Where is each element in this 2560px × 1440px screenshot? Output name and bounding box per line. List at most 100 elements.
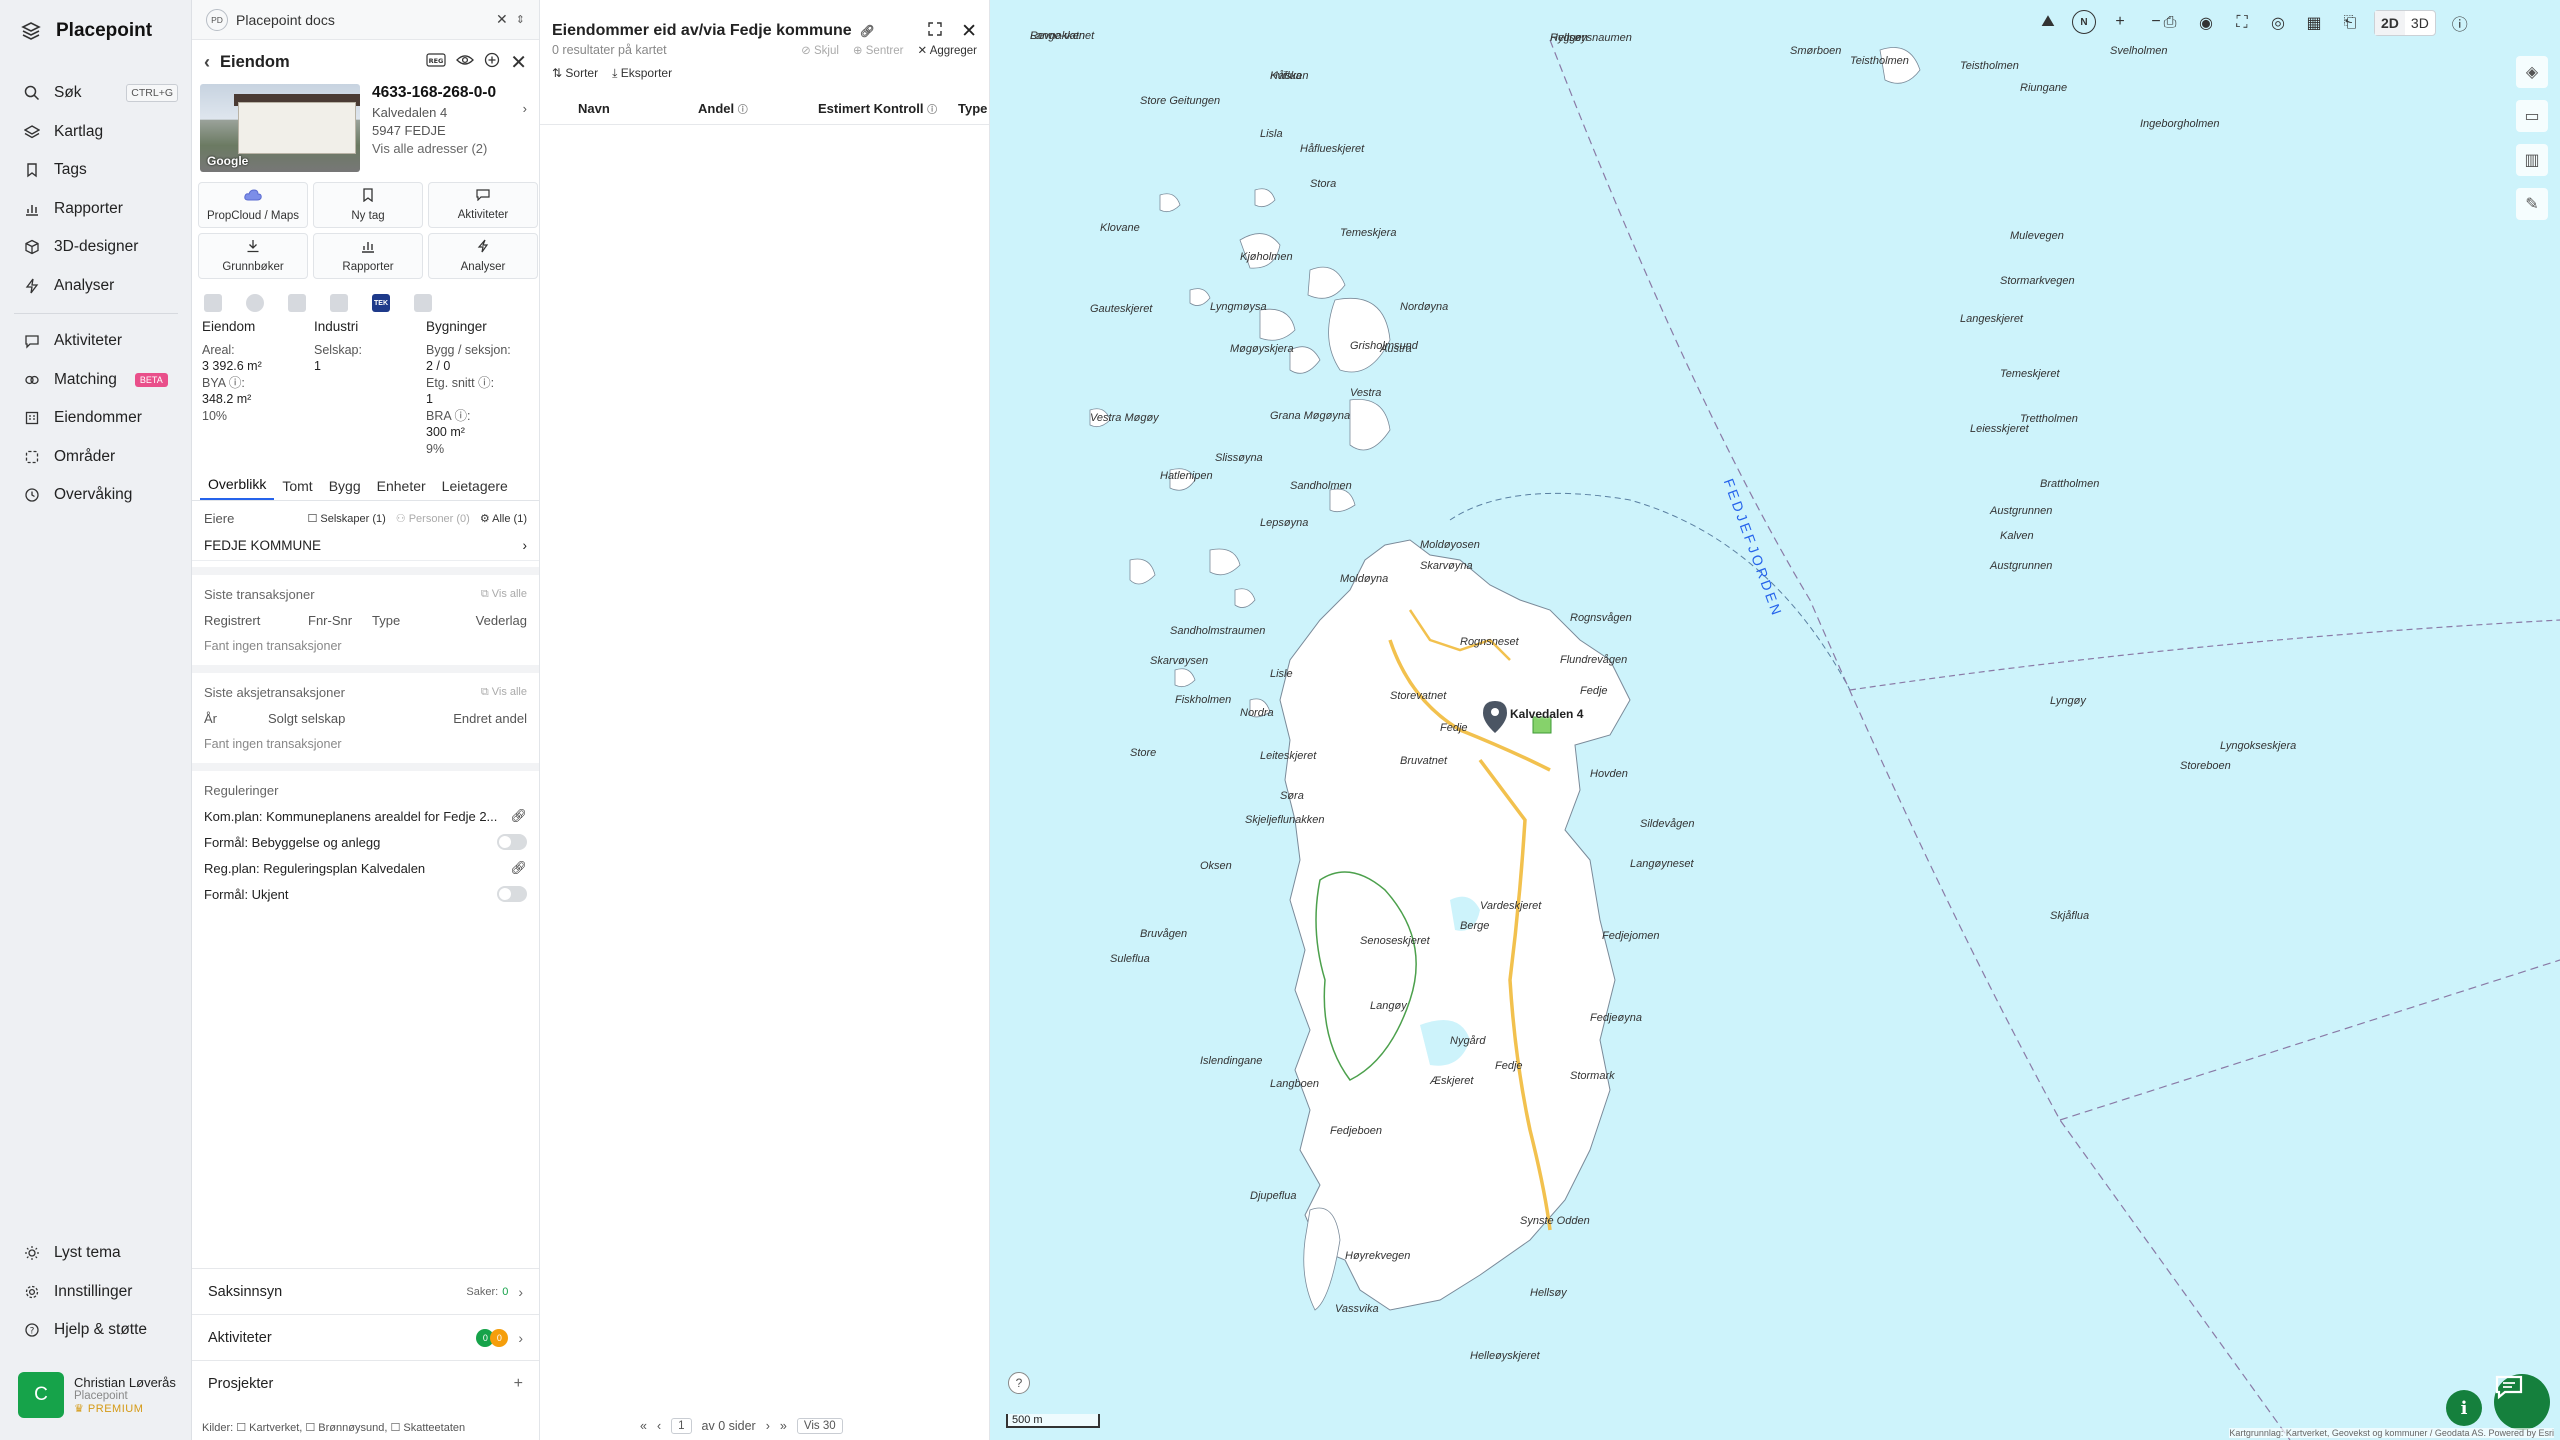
nav-item-omrader[interactable]: Områder bbox=[0, 438, 192, 477]
info-button[interactable]: i bbox=[2446, 1390, 2482, 1426]
3d-view-icon[interactable]: ⛰ bbox=[2036, 10, 2060, 34]
nav-item-3d-designer[interactable]: 3D-designer bbox=[0, 228, 192, 267]
reports-button[interactable]: Rapporter bbox=[313, 233, 423, 279]
camera-icon[interactable]: ◎ bbox=[2266, 11, 2290, 35]
aggregate-button[interactable]: ✕ Aggreger bbox=[917, 43, 977, 57]
id-card-icon[interactable]: REG bbox=[426, 52, 446, 72]
docs-title[interactable]: Placepoint docs bbox=[236, 12, 335, 28]
nav-item-rapporter[interactable]: Rapporter bbox=[0, 190, 192, 229]
col-header[interactable]: Andel ⓘ bbox=[698, 101, 818, 116]
sort-button[interactable]: ⇅ Sorter bbox=[552, 66, 598, 81]
tab-tomt[interactable]: Tomt bbox=[274, 478, 320, 500]
globe-icon[interactable] bbox=[246, 294, 264, 312]
street-view-thumbnail[interactable]: Google bbox=[200, 84, 360, 172]
nav-item-matching[interactable]: Matching BETA bbox=[0, 361, 192, 400]
registry-icon[interactable] bbox=[204, 294, 222, 312]
chevron-updown-icon[interactable]: ⇕ bbox=[516, 13, 525, 26]
prosjekter-section[interactable]: Prosjekter + bbox=[192, 1360, 539, 1406]
print-icon[interactable]: ⎙ bbox=[2158, 11, 2182, 35]
first-page-icon[interactable]: « bbox=[640, 1419, 647, 1433]
user-profile[interactable]: C Christian Løverås Placepoint ♛ PREMIUM bbox=[18, 1372, 176, 1418]
nav-item-hjelp[interactable]: ? Hjelp & støtte bbox=[0, 1311, 192, 1350]
view-3d-button[interactable]: 3D bbox=[2405, 11, 2435, 35]
col-header[interactable]: Estimert Kontroll ⓘ bbox=[818, 101, 958, 116]
industry-icon[interactable] bbox=[288, 294, 306, 312]
bookmark-icon[interactable]: ⎗ bbox=[2338, 11, 2362, 35]
chevron-right-icon[interactable]: › bbox=[523, 100, 527, 118]
show-all-link[interactable]: ⧉ Vis alle bbox=[481, 588, 527, 601]
brand[interactable]: Placepoint bbox=[20, 20, 152, 42]
next-page-icon[interactable]: › bbox=[766, 1419, 770, 1433]
add-circle-icon[interactable] bbox=[484, 52, 500, 73]
nav-item-tags[interactable]: Tags bbox=[0, 151, 192, 190]
link-icon[interactable]: 🔗︎ bbox=[510, 808, 527, 824]
regulation-row[interactable]: Kom.plan: Kommuneplanens arealdel for Fe… bbox=[204, 803, 527, 829]
fullscreen-icon[interactable]: ⛶ bbox=[2230, 11, 2254, 35]
col-header[interactable]: Type bbox=[958, 101, 987, 116]
prev-page-icon[interactable]: ‹ bbox=[657, 1419, 661, 1433]
eye-icon[interactable] bbox=[456, 53, 475, 72]
zoom-in-icon[interactable]: + bbox=[2108, 10, 2132, 34]
show-all-addresses-link[interactable]: Vis alle adresser (2) bbox=[372, 140, 531, 158]
filter-persons[interactable]: ⚇ Personer (0) bbox=[396, 512, 470, 525]
house-icon[interactable] bbox=[414, 294, 432, 312]
analyses-button[interactable]: Analyser bbox=[428, 233, 538, 279]
map-view[interactable]: Kalvedalen 4 Revnakken Håflua Ryggen Smørbo… bbox=[990, 0, 2560, 1440]
chat-button[interactable] bbox=[2494, 1374, 2550, 1430]
tab-overblikk[interactable]: Overblikk bbox=[200, 476, 275, 500]
col-header[interactable]: Navn bbox=[578, 101, 698, 116]
info-icon[interactable]: ⓘ bbox=[2448, 11, 2472, 35]
nav-item-overvaking[interactable]: Overvåking bbox=[0, 476, 192, 515]
nav-item-analyser[interactable]: Analyser bbox=[0, 267, 192, 306]
bar-chart-icon[interactable]: ▥ bbox=[2516, 144, 2548, 176]
owner-row[interactable]: FEDJE KOMMUNE › bbox=[192, 531, 539, 561]
grunnboker-button[interactable]: Grunnbøker bbox=[198, 233, 308, 279]
grid-icon[interactable]: ▦ bbox=[2302, 11, 2326, 35]
link-icon[interactable]: 🔗︎ bbox=[860, 24, 875, 38]
regulation-toggle[interactable] bbox=[497, 886, 527, 902]
view-2d-button[interactable]: 2D bbox=[2375, 11, 2405, 35]
nav-item-lyst-tema[interactable]: Lyst tema bbox=[0, 1234, 192, 1273]
per-page-select[interactable]: Vis 30 bbox=[796, 1418, 843, 1434]
regulation-row[interactable]: Reg.plan: Reguleringsplan Kalvedalen 🔗︎ bbox=[204, 855, 527, 881]
nav-item-kartlag[interactable]: Kartlag bbox=[0, 113, 192, 152]
page-input[interactable]: 1 bbox=[671, 1418, 692, 1434]
draw-icon[interactable]: ✎ bbox=[2516, 188, 2548, 220]
aktiviteter-section[interactable]: Aktiviteter 0 0 › bbox=[192, 1314, 539, 1360]
nav-item-eiendommer[interactable]: Eiendommer bbox=[0, 399, 192, 438]
close-icon[interactable]: ✕ bbox=[496, 11, 508, 28]
svg-text:REG: REG bbox=[429, 57, 444, 65]
nav-item-aktiviteter[interactable]: Aktiviteter bbox=[0, 322, 192, 361]
last-page-icon[interactable]: » bbox=[780, 1419, 787, 1433]
show-all-link[interactable]: ⧉ Vis alle bbox=[481, 686, 527, 699]
plus-icon[interactable]: + bbox=[514, 1375, 523, 1393]
regulation-toggle[interactable] bbox=[497, 834, 527, 850]
tek-icon[interactable]: TEK bbox=[372, 294, 390, 312]
filter-all[interactable]: ⚙ Alle (1) bbox=[480, 512, 527, 525]
measure-icon[interactable]: ▭ bbox=[2516, 100, 2548, 132]
compass-icon[interactable]: N bbox=[2072, 10, 2096, 34]
saksinnsyn-section[interactable]: Saksinnsyn Saker: 0 › bbox=[192, 1268, 539, 1314]
nav-item-sok[interactable]: Søk CTRL+G bbox=[0, 74, 192, 113]
export-button[interactable]: ⤓ Eksporter bbox=[612, 66, 672, 81]
tab-leietagere[interactable]: Leietagere bbox=[434, 478, 516, 500]
tab-enheter[interactable]: Enheter bbox=[369, 478, 434, 500]
expand-icon[interactable] bbox=[927, 21, 943, 42]
close-icon[interactable]: ✕ bbox=[961, 20, 977, 43]
nav-item-innstillinger[interactable]: Innstillinger bbox=[0, 1273, 192, 1312]
hide-button[interactable]: ⊘ Skjul bbox=[801, 43, 839, 57]
layers-icon[interactable]: ◈ bbox=[2516, 56, 2548, 88]
map-place-label: Synste Odden bbox=[1520, 1215, 1590, 1227]
propcloud-button[interactable]: PropCloud / Maps bbox=[198, 182, 308, 228]
link-icon[interactable]: 🔗︎ bbox=[510, 860, 527, 876]
close-icon[interactable]: ✕ bbox=[510, 50, 527, 75]
center-button[interactable]: ⊕ Sentrer bbox=[853, 43, 904, 57]
activities-button[interactable]: Aktiviteter bbox=[428, 182, 538, 228]
back-icon[interactable]: ‹ bbox=[204, 52, 210, 73]
skyline-icon[interactable] bbox=[330, 294, 348, 312]
tab-bygg[interactable]: Bygg bbox=[321, 478, 369, 500]
eye-icon[interactable]: ◉ bbox=[2194, 11, 2218, 35]
new-tag-button[interactable]: Ny tag bbox=[313, 182, 423, 228]
filter-companies[interactable]: ☐ Selskaper (1) bbox=[307, 512, 385, 525]
map-help-icon[interactable]: ? bbox=[1008, 1372, 1030, 1394]
